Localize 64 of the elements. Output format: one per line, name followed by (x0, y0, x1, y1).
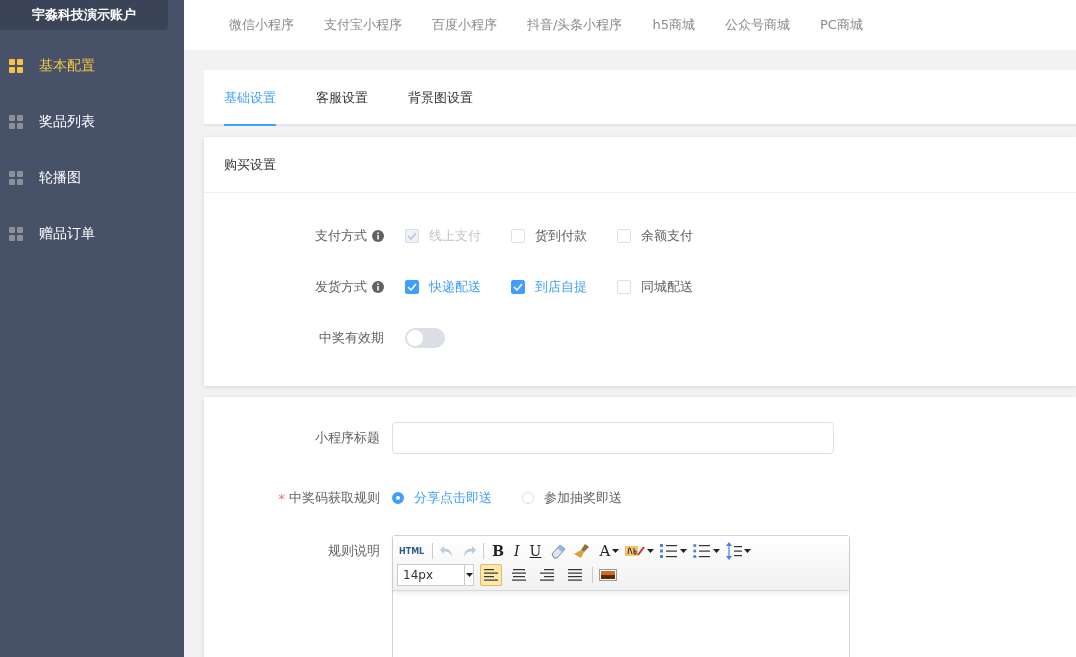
eraser-icon (549, 543, 568, 559)
align-left-icon (484, 569, 498, 581)
option-label: 同城配送 (641, 277, 693, 296)
align-button[interactable] (480, 564, 502, 586)
grid-icon (9, 115, 23, 129)
caret-icon (744, 549, 752, 553)
platform-tab[interactable]: PC商城 (819, 16, 863, 34)
text-input[interactable] (392, 422, 834, 454)
option-label: 快递配送 (429, 277, 481, 296)
option-label: 货到付款 (535, 226, 587, 245)
grid-icon (9, 59, 23, 73)
tab[interactable]: 客服设置 (316, 70, 368, 124)
align-center-icon (512, 569, 526, 581)
bulleted-list-icon (693, 543, 712, 559)
redo-icon (461, 544, 478, 558)
account-name: 宇淼科技演示账户 (0, 0, 168, 30)
checkbox[interactable] (405, 279, 419, 294)
grid-icon (9, 171, 23, 185)
caret-icon (680, 549, 688, 553)
section-title: 购买设置 (204, 137, 1076, 193)
radio-button[interactable] (392, 492, 404, 504)
sidebar-item[interactable]: 基本配置 (0, 38, 184, 94)
highlighter-icon (625, 544, 646, 558)
field-label: 规则说明 (328, 542, 380, 560)
caret-icon (647, 549, 655, 553)
platform-tab[interactable]: 抖音/头条小程序 (527, 16, 623, 34)
justify-icon (568, 569, 582, 581)
platform-tab[interactable]: 支付宝小程序 (324, 16, 402, 34)
sidebar-item[interactable]: 奖品列表 (0, 94, 184, 150)
italic-button[interactable]: I (512, 543, 522, 559)
bold-button[interactable]: B (490, 543, 507, 559)
line-height-icon (726, 542, 743, 560)
html-source-button[interactable]: HTML (397, 546, 427, 556)
field-label: 发货方式 (315, 277, 367, 296)
caret-icon (713, 549, 721, 553)
font-size-select[interactable]: 14px (397, 564, 474, 586)
checkbox[interactable] (511, 279, 525, 294)
caret-icon (612, 549, 620, 553)
platform-tab[interactable]: 公众号商城 (724, 16, 790, 34)
option-label: 到店自提 (535, 277, 587, 296)
field-label: 支付方式 (315, 226, 367, 245)
tab[interactable]: 背景图设置 (408, 70, 473, 124)
option-label: 线上支付 (429, 226, 481, 245)
field-label: 中奖有效期 (319, 328, 384, 347)
option-label: 余额支付 (641, 226, 693, 245)
option-label: 分享点击即送 (414, 489, 492, 507)
sidebar-item[interactable]: 赠品订单 (0, 206, 184, 262)
toggle-switch[interactable] (405, 327, 445, 348)
required-mark: * (278, 490, 285, 506)
image-icon (599, 569, 617, 581)
platform-tab[interactable]: 微信小程序 (229, 16, 294, 34)
grid-icon (9, 227, 23, 241)
option-label: 参加抽奖即送 (544, 489, 622, 507)
underline-button[interactable]: U (527, 543, 544, 559)
font-color-button[interactable]: A (597, 542, 611, 560)
platform-tab[interactable]: 百度小程序 (432, 16, 497, 34)
field-label: 小程序标题 (315, 429, 380, 447)
align-right-icon (540, 569, 554, 581)
caret-icon (465, 573, 473, 577)
platform-tab[interactable]: h5商城 (652, 16, 695, 34)
sidebar-item[interactable]: 轮播图 (0, 150, 184, 206)
field-label: 中奖码获取规则 (289, 489, 380, 507)
brush-icon (573, 543, 592, 559)
numbered-list-icon (660, 543, 679, 559)
